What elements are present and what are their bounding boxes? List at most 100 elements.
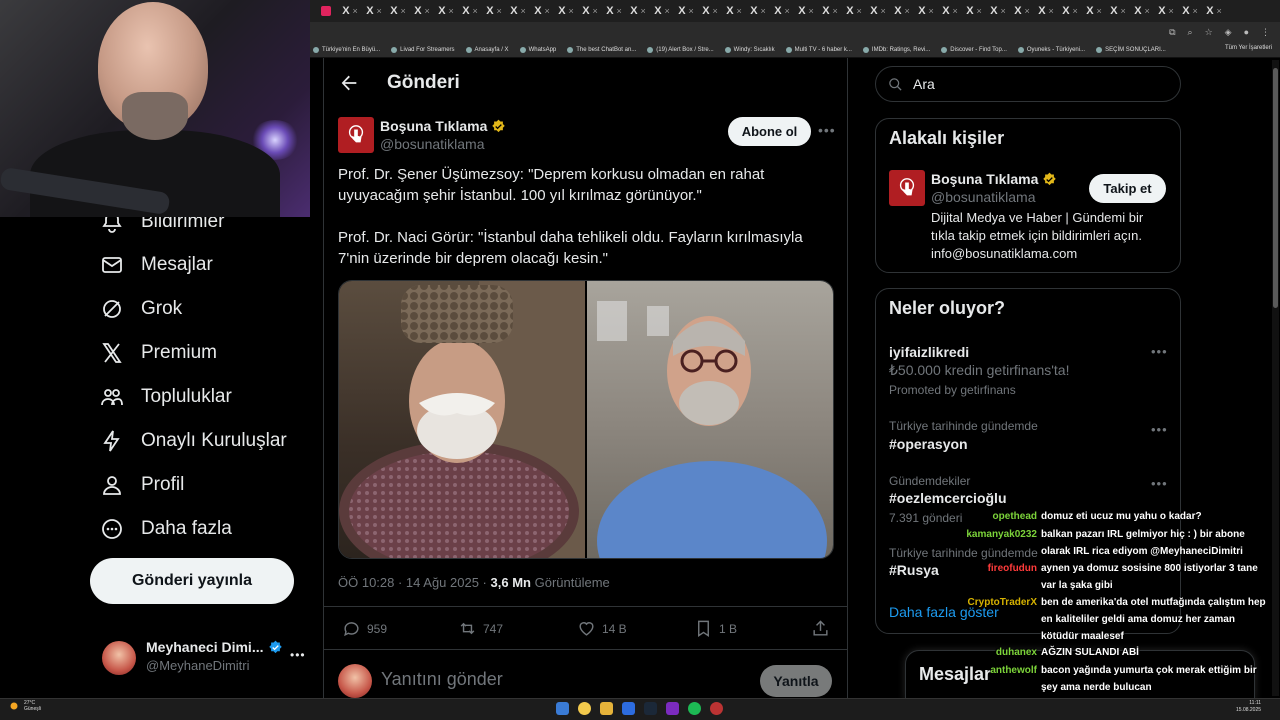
menu-icon[interactable]: ⋮ bbox=[1261, 27, 1270, 38]
nav-item-mesajlar[interactable]: Mesajlar bbox=[100, 248, 213, 282]
browser-tab[interactable]: X × bbox=[650, 2, 674, 20]
tab-close-icon[interactable]: × bbox=[641, 6, 646, 16]
profile-icon[interactable]: ● bbox=[1244, 27, 1249, 37]
star-icon[interactable]: ☆ bbox=[1205, 27, 1213, 38]
browser-tab[interactable]: X × bbox=[482, 2, 506, 20]
trend-item-name[interactable]: iyifaizlikredi bbox=[889, 344, 969, 360]
tab-close-icon[interactable]: × bbox=[1217, 6, 1222, 16]
all-bookmarks[interactable]: Tüm Yer İşaretleri bbox=[1225, 45, 1272, 51]
browser-tab[interactable]: X × bbox=[818, 2, 842, 20]
bookmark-item[interactable]: The best ChatBot an... bbox=[567, 46, 636, 53]
tab-close-icon[interactable]: × bbox=[905, 6, 910, 16]
scrollbar-thumb[interactable] bbox=[1273, 68, 1278, 308]
browser-tab[interactable]: X × bbox=[746, 2, 770, 20]
browser-tab[interactable]: X × bbox=[986, 2, 1010, 20]
browser-tab[interactable]: X × bbox=[578, 2, 602, 20]
zoom-icon[interactable]: ⌕ bbox=[1188, 27, 1193, 38]
spotify-icon[interactable] bbox=[688, 702, 701, 715]
cast-icon[interactable]: ⧉ bbox=[1169, 27, 1175, 38]
bookmark-item[interactable]: Livad For Streamers bbox=[391, 46, 455, 53]
nav-item-topluluklar[interactable]: Topluluklar bbox=[100, 380, 232, 414]
obs-icon[interactable] bbox=[710, 702, 723, 715]
tab-close-icon[interactable]: × bbox=[449, 6, 454, 16]
follow-button[interactable]: Takip et bbox=[1089, 174, 1166, 203]
chrome-icon[interactable] bbox=[578, 702, 591, 715]
nav-item-daha-fazla[interactable]: Daha fazla bbox=[100, 512, 232, 546]
system-clock[interactable]: 11:11 15.08.2025 bbox=[1236, 700, 1261, 714]
browser-tab[interactable]: X × bbox=[602, 2, 626, 20]
account-switcher[interactable]: Meyhaneci Dimi... @MeyhaneDimitri ••• bbox=[100, 636, 310, 680]
start-icon[interactable] bbox=[556, 702, 569, 715]
related-avatar[interactable] bbox=[889, 170, 925, 206]
tab-close-icon[interactable]: × bbox=[1049, 6, 1054, 16]
subscribe-button[interactable]: Abone ol bbox=[728, 117, 811, 146]
bookmark-item[interactable]: Multi TV - 6 haber k... bbox=[785, 46, 852, 53]
tab-close-icon[interactable]: × bbox=[353, 6, 358, 16]
tab-close-icon[interactable]: × bbox=[881, 6, 886, 16]
tab-close-icon[interactable]: × bbox=[1169, 6, 1174, 16]
browser-tab[interactable]: X × bbox=[962, 2, 986, 20]
tab-close-icon[interactable]: × bbox=[617, 6, 622, 16]
author-handle[interactable]: @bosunatiklama bbox=[380, 136, 485, 152]
trend-more-icon[interactable]: ••• bbox=[1151, 344, 1168, 359]
post-image[interactable] bbox=[338, 280, 834, 559]
bookmark-item[interactable]: Discover - Find Top... bbox=[941, 46, 1007, 53]
tab-close-icon[interactable]: × bbox=[713, 6, 718, 16]
tab-close-icon[interactable]: × bbox=[761, 6, 766, 16]
more-options-icon[interactable]: ••• bbox=[818, 122, 836, 138]
tab-close-icon[interactable]: × bbox=[665, 6, 670, 16]
reply-input[interactable]: Yanıtını gönder bbox=[381, 669, 503, 690]
tab-close-icon[interactable]: × bbox=[809, 6, 814, 16]
tab-close-icon[interactable]: × bbox=[1145, 6, 1150, 16]
browser-tab[interactable]: X × bbox=[626, 2, 650, 20]
tab-close-icon[interactable]: × bbox=[857, 6, 862, 16]
author-name-text[interactable]: Boşuna Tıklama bbox=[380, 118, 487, 134]
browser-tab[interactable]: X × bbox=[506, 2, 530, 20]
tab-close-icon[interactable]: × bbox=[785, 6, 790, 16]
folder-icon[interactable] bbox=[600, 702, 613, 715]
nav-item-profil[interactable]: Profil bbox=[100, 468, 184, 502]
tab-close-icon[interactable]: × bbox=[1193, 6, 1198, 16]
trend-more-icon[interactable]: ••• bbox=[1151, 422, 1168, 437]
browser-tab[interactable]: X × bbox=[794, 2, 818, 20]
repost-action[interactable]: 747 bbox=[458, 619, 503, 638]
author-avatar[interactable] bbox=[338, 117, 374, 153]
browser-tab[interactable]: X × bbox=[1082, 2, 1106, 20]
extensions-icon[interactable]: ◈ bbox=[1225, 27, 1232, 38]
browser-tab[interactable]: X × bbox=[410, 2, 434, 20]
browser-tab-active[interactable] bbox=[314, 2, 338, 20]
tab-close-icon[interactable]: × bbox=[953, 6, 958, 16]
stream-app-icon[interactable] bbox=[666, 702, 679, 715]
bookmark-item[interactable]: IMDb: Ratings, Revi... bbox=[862, 46, 930, 53]
account-more-icon[interactable]: ••• bbox=[290, 648, 306, 662]
post-time[interactable]: ÖÖ 10:28 · 14 Ağu 2025 · bbox=[338, 575, 487, 590]
trend-item-name[interactable]: #operasyon bbox=[889, 436, 968, 452]
tab-close-icon[interactable]: × bbox=[1121, 6, 1126, 16]
nav-item-grok[interactable]: Grok bbox=[100, 292, 182, 326]
browser-tab[interactable]: X × bbox=[842, 2, 866, 20]
tab-close-icon[interactable]: × bbox=[929, 6, 934, 16]
trend-more-icon[interactable]: ••• bbox=[1151, 476, 1168, 491]
steam-icon[interactable] bbox=[644, 702, 657, 715]
author-name[interactable]: Boşuna Tıklama bbox=[380, 118, 506, 134]
browser-tab[interactable]: X × bbox=[362, 2, 386, 20]
bookmark-item[interactable]: Anasayfa / X bbox=[465, 46, 509, 53]
browser-tab[interactable]: X × bbox=[1010, 2, 1034, 20]
browser-tab[interactable]: X × bbox=[386, 2, 410, 20]
bookmark-item[interactable]: WhatsApp bbox=[519, 46, 556, 53]
tab-close-icon[interactable]: × bbox=[593, 6, 598, 16]
app-icon[interactable] bbox=[622, 702, 635, 715]
search-input[interactable]: Ara bbox=[875, 66, 1181, 102]
browser-tab[interactable]: X × bbox=[914, 2, 938, 20]
browser-tab[interactable]: X × bbox=[1178, 2, 1202, 20]
tab-close-icon[interactable]: × bbox=[401, 6, 406, 16]
browser-tab[interactable]: X × bbox=[1058, 2, 1082, 20]
tab-close-icon[interactable]: × bbox=[521, 6, 526, 16]
browser-tab[interactable]: X × bbox=[866, 2, 890, 20]
tab-close-icon[interactable]: × bbox=[497, 6, 502, 16]
browser-tab[interactable]: X × bbox=[530, 2, 554, 20]
related-name[interactable]: Boşuna Tıklama bbox=[931, 171, 1057, 187]
bookmark-item[interactable]: SEÇİM SONUÇLARI... bbox=[1096, 46, 1166, 53]
browser-tab[interactable]: X × bbox=[698, 2, 722, 20]
tab-close-icon[interactable]: × bbox=[833, 6, 838, 16]
